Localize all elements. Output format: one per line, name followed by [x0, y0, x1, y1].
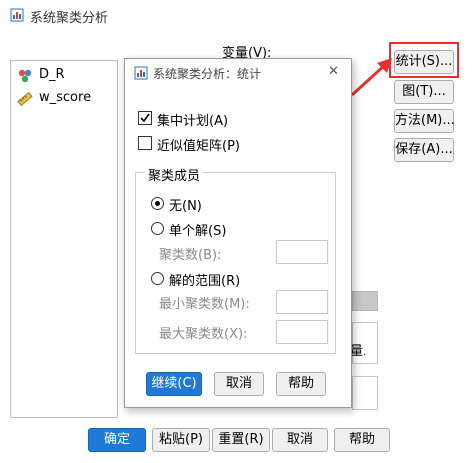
- cancel-button[interactable]: 取消: [272, 428, 328, 452]
- agglomeration-checkbox[interactable]: [138, 111, 152, 125]
- var-name: w_score: [39, 90, 92, 105]
- radio-range-label: 解的范围(R): [169, 274, 241, 289]
- nominal-var-icon: [18, 69, 32, 83]
- group-title: 聚类成员: [145, 165, 204, 184]
- ok-button[interactable]: 确定: [88, 428, 146, 452]
- radio-range-solutions[interactable]: [151, 272, 164, 285]
- help-button[interactable]: 帮助: [334, 428, 390, 452]
- min-clusters-label: 最小聚类数(M):: [159, 297, 250, 312]
- main-window-title: 系统聚类分析: [30, 11, 109, 26]
- dialog-close-icon[interactable]: ✕: [328, 64, 339, 79]
- radio-single-label: 单个解(S): [169, 224, 227, 239]
- continue-button[interactable]: 继续(C): [146, 372, 202, 396]
- statistics-dialog: 系统聚类分析：统计 ✕ 集中计划(A) 近似值矩阵(P) 聚类成员 无(N) 单…: [124, 58, 352, 408]
- max-clusters-input[interactable]: [276, 320, 328, 344]
- scale-var-icon: [17, 91, 33, 107]
- app-icon: [10, 8, 24, 22]
- dialog-help-button[interactable]: 帮助: [276, 372, 326, 396]
- save-button[interactable]: 保存(A)...: [394, 138, 454, 162]
- radio-none-label: 无(N): [169, 199, 202, 214]
- proximity-label: 近似值矩阵(P): [157, 139, 240, 154]
- dialog-title: 系统聚类分析：统计: [153, 67, 262, 81]
- dialog-cancel-button[interactable]: 取消: [214, 372, 264, 396]
- method-button[interactable]: 方法(M)...: [394, 109, 455, 133]
- source-variable-list[interactable]: D_R w_score: [10, 60, 118, 418]
- var-name: D_R: [39, 67, 65, 82]
- gray-field: [352, 291, 378, 311]
- dialog-app-icon: [134, 66, 148, 80]
- reset-button[interactable]: 重置(R): [212, 428, 270, 452]
- check-icon: [140, 113, 150, 123]
- radio-single-solution[interactable]: [151, 222, 164, 235]
- partial-label: 量.: [350, 344, 367, 359]
- min-clusters-input[interactable]: [276, 290, 328, 314]
- agglomeration-label: 集中计划(A): [157, 114, 229, 129]
- paste-button[interactable]: 粘贴(P): [152, 428, 210, 452]
- radio-none[interactable]: [151, 197, 164, 210]
- plots-button[interactable]: 图(T)...: [394, 80, 454, 104]
- clusters-count-input[interactable]: [276, 240, 328, 264]
- partial-field-2[interactable]: [352, 376, 378, 410]
- proximity-checkbox[interactable]: [138, 136, 152, 150]
- clusters-count-label: 聚类数(B):: [159, 248, 222, 263]
- max-clusters-label: 最大聚类数(X):: [159, 327, 248, 342]
